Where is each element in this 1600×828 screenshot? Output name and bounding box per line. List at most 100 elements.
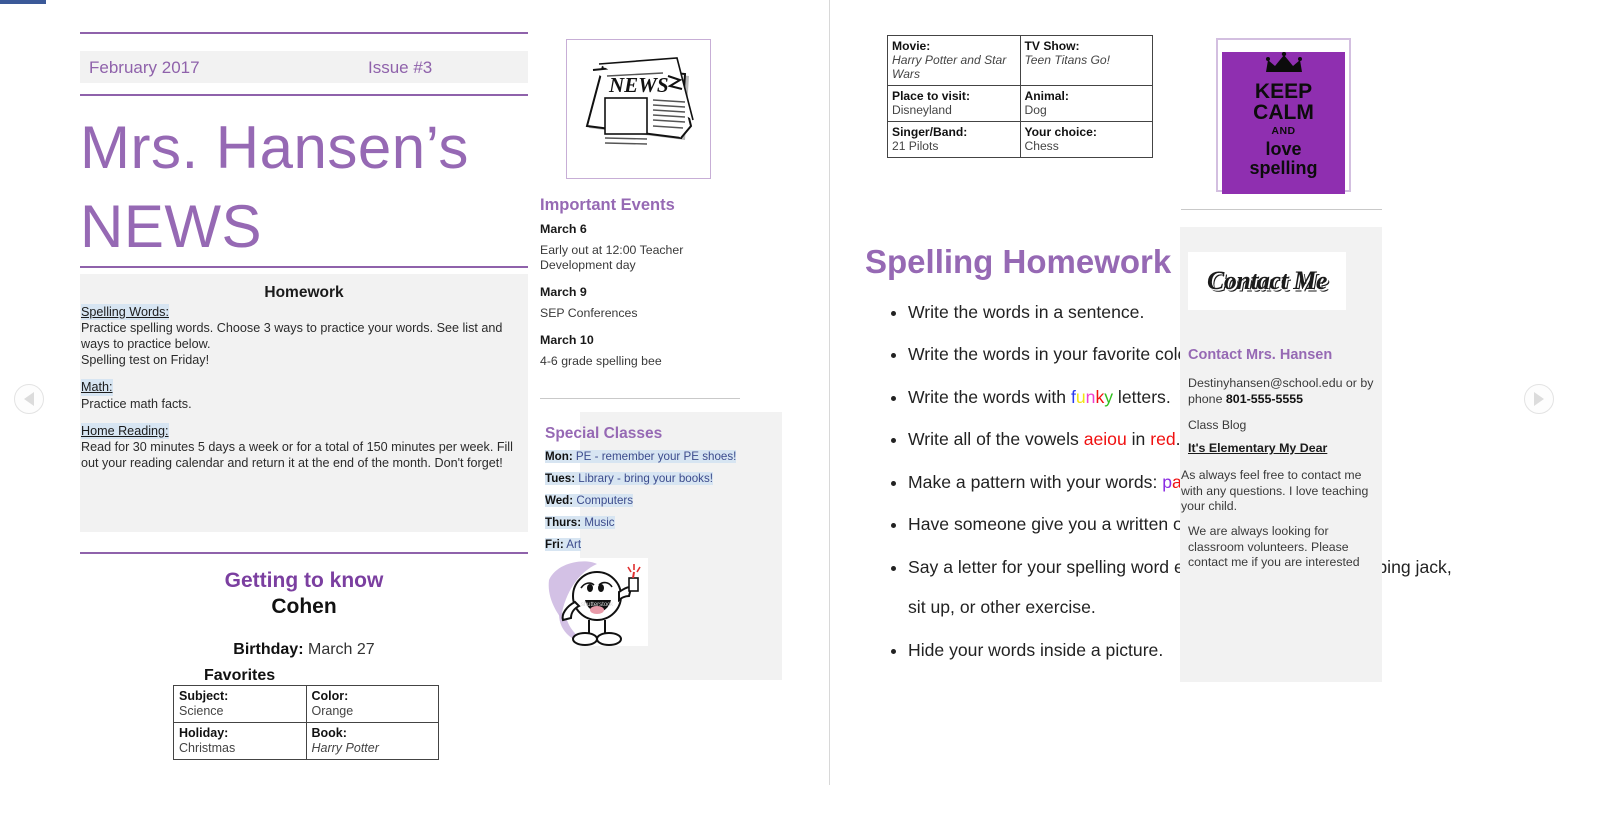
- cell-value: Dog: [1024, 103, 1047, 118]
- favorites-label: Favorites: [204, 667, 276, 684]
- next-page-button[interactable]: [1524, 384, 1554, 414]
- birthday-line: Birthday: March 27: [80, 641, 528, 659]
- homework-text-math: Practice math facts.: [81, 396, 192, 411]
- masthead-line-2: NEWS: [80, 193, 262, 261]
- table-row: Place to visit: Disneyland Animal: Dog: [887, 85, 1153, 123]
- top-blue-bar: [0, 0, 48, 4]
- keep-calm-line-keep: KEEP: [1254, 80, 1313, 103]
- cartoon-kid-image: shutterstock: [545, 558, 648, 646]
- keep-calm-inner: KEEP CALM AND love spelling: [1222, 51, 1345, 194]
- crown-icon: [1222, 51, 1345, 79]
- contact-paragraph-2: We are always looking for classroom volu…: [1188, 524, 1360, 570]
- table-row: Movie: Harry Potter and Star Wars TV Sho…: [887, 34, 1153, 87]
- special-class-value: PE - remember your PE shoes!: [575, 450, 737, 463]
- special-class-row: Mon: PE - remember your PE shoes!: [545, 450, 741, 464]
- special-class-row: Fri: Art: [545, 537, 741, 552]
- cell-key: Book:: [311, 726, 347, 740]
- keep-calm-poster: KEEP CALM AND love spelling: [1216, 38, 1351, 194]
- table-row: Subject: Science Color: Orange: [173, 685, 439, 723]
- cell-value: Harry Potter and Star Wars: [892, 53, 1007, 82]
- contact-divider: [1181, 209, 1382, 210]
- svg-text:shutterstock: shutterstock: [581, 602, 614, 608]
- special-class-row: Tues: Library - bring your books!: [545, 471, 741, 486]
- table-row: Singer/Band: 21 Pilots Your choice: Ches…: [887, 121, 1153, 159]
- special-classes-title: Special Classes: [545, 425, 663, 442]
- special-class-row: Wed: Computers: [545, 493, 741, 508]
- getting-to-know-title: Getting to know: [224, 569, 384, 592]
- class-blog-label: Class Blog: [1188, 418, 1247, 432]
- cell-key: Place to visit:: [892, 89, 970, 104]
- cartoon-kid-icon: shutterstock: [545, 558, 648, 646]
- birthday-value: March 27: [307, 640, 375, 658]
- favorites-table: Subject: Science Color: Orange Holiday: …: [173, 685, 439, 760]
- keep-calm-line-2: spelling: [1249, 157, 1318, 178]
- event-desc: 4-6 grade spelling bee: [540, 354, 662, 368]
- table-cell: Animal: Dog: [1019, 85, 1153, 123]
- table-cell: Holiday: Christmas: [173, 722, 307, 760]
- table-cell: Color: Orange: [305, 685, 439, 723]
- page-root: February 2017 Issue #3 Mrs. Hansen’s NEW…: [0, 0, 1600, 828]
- contact-box: Contact Me Contact Mrs. Hansen Destinyha…: [1180, 227, 1382, 682]
- cell-key: TV Show:: [1024, 39, 1080, 53]
- cell-key: Color:: [311, 689, 349, 703]
- important-events-title: Important Events: [540, 196, 675, 214]
- homework-box: Homework Spelling Words: Practice spelli…: [80, 274, 528, 532]
- event-desc: SEP Conferences: [540, 306, 638, 320]
- keep-calm-line-1: love: [1265, 138, 1302, 159]
- getting-to-know-section: Getting to know Cohen Birthday: March 27…: [80, 568, 528, 760]
- contact-title: Contact Mrs. Hansen: [1188, 347, 1333, 363]
- newspaper-icon: NEWS: [585, 57, 694, 145]
- issue-number: Issue #3: [368, 58, 433, 77]
- cell-value: Harry Potter: [311, 740, 379, 755]
- svg-text:NEWS: NEWS: [608, 73, 669, 97]
- cell-key: Animal:: [1024, 89, 1069, 104]
- special-class-value: Computers: [576, 493, 634, 507]
- special-class-day: Wed:: [545, 493, 574, 507]
- funky-word: funky: [1070, 386, 1114, 407]
- column-divider: [829, 0, 830, 785]
- rule-under-issue: [80, 94, 528, 96]
- contact-email-line: Destinyhansen@school.edu or by phone 801…: [1188, 376, 1384, 407]
- event-desc: Early out at 12:00 Teacher Development d…: [540, 243, 684, 272]
- table-cell: Subject: Science: [173, 685, 307, 723]
- homework-title: Homework: [264, 284, 344, 301]
- rule-under-masthead: [80, 266, 528, 268]
- special-class-value: Art: [566, 537, 582, 551]
- table-cell: Movie: Harry Potter and Star Wars: [887, 34, 1021, 87]
- important-events-list: March 6 Early out at 12:00 Teacher Devel…: [540, 222, 740, 369]
- homework-heading-math: Math:: [81, 379, 113, 396]
- homework-text-spelling: Practice spelling words. Choose 3 ways t…: [81, 321, 503, 368]
- cell-key: Your choice:: [1024, 125, 1097, 140]
- contact-me-word: Contact Me: [1207, 266, 1327, 295]
- contact-paragraph-1: As always feel free to contact me with a…: [1181, 468, 1369, 514]
- bottom-margin: [0, 786, 1600, 828]
- aeiou-word: aeiou: [1083, 429, 1127, 450]
- special-class-day: Mon:: [545, 450, 573, 463]
- cell-value: Teen Titans Go!: [1024, 53, 1111, 68]
- special-class-day: Fri:: [545, 537, 564, 551]
- issue-date: February 2017: [89, 58, 200, 77]
- table-row: Holiday: Christmas Book: Harry Potter: [173, 722, 439, 760]
- contact-phone: 801-555-5555: [1225, 391, 1304, 406]
- rule-top: [80, 32, 528, 34]
- cell-key: Singer/Band:: [892, 125, 968, 140]
- prev-page-button[interactable]: [14, 384, 44, 414]
- table-cell: Book: Harry Potter: [305, 722, 439, 760]
- event-date: March 6: [540, 222, 587, 236]
- favorites-top-table: Movie: Harry Potter and Star Wars TV Sho…: [887, 34, 1153, 159]
- cell-key: Subject:: [179, 689, 229, 703]
- special-class-day: Tues:: [545, 471, 576, 485]
- class-blog-link[interactable]: It's Elementary My Dear: [1188, 441, 1327, 455]
- table-cell: Your choice: Chess: [1019, 121, 1153, 159]
- issue-bar: February 2017 Issue #3: [80, 51, 528, 83]
- special-class-row: Thurs: Music: [545, 515, 741, 530]
- birthday-label: Birthday:: [233, 640, 304, 658]
- cell-value: Disneyland: [892, 103, 952, 118]
- table-cell: Place to visit: Disneyland: [887, 85, 1021, 123]
- special-class-day: Thurs:: [545, 515, 582, 529]
- special-class-value: Music: [584, 515, 615, 529]
- special-classes-box: Special Classes Mon: PE - remember your …: [545, 412, 782, 680]
- cell-value: Orange: [311, 703, 354, 718]
- cell-value: Science: [179, 703, 224, 718]
- event-date: March 9: [540, 285, 587, 299]
